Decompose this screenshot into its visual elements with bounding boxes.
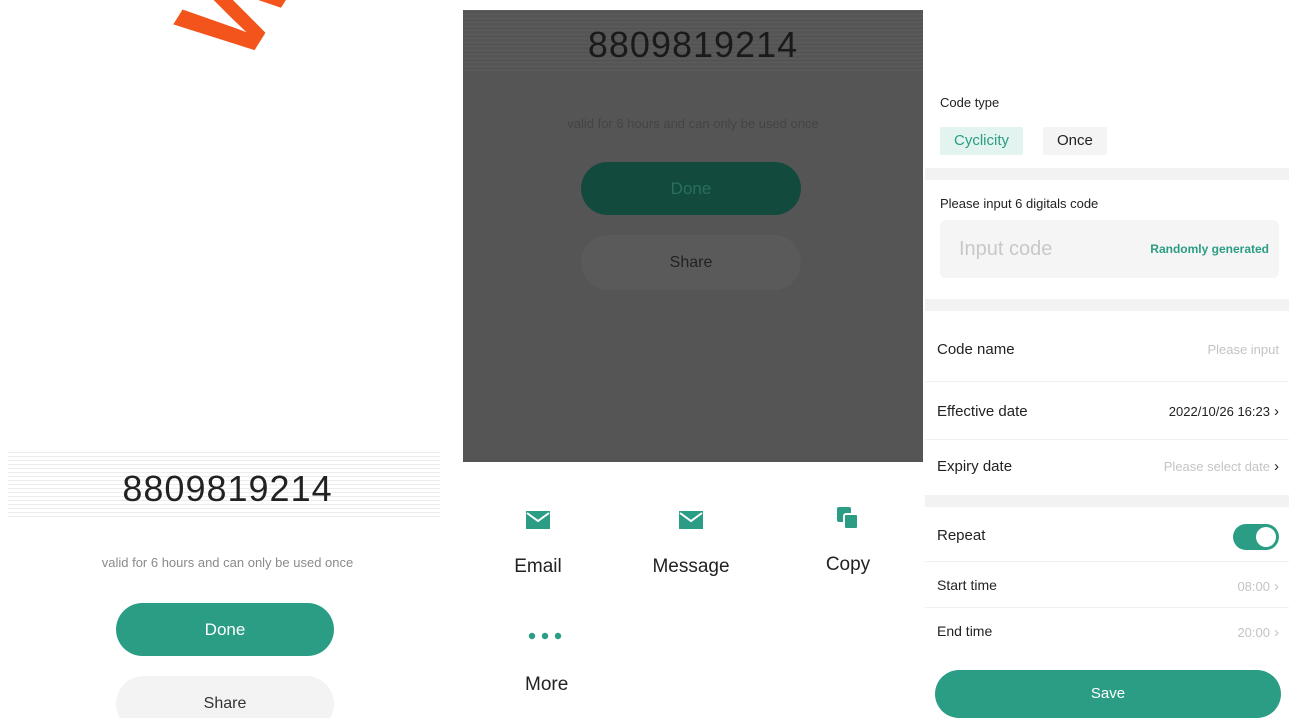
chevron-right-icon: › (1274, 403, 1279, 420)
section-divider (925, 495, 1289, 507)
chevron-right-icon: › (1274, 458, 1279, 475)
expiry-date-placeholder: Please select date (1163, 459, 1270, 474)
dimmed-overlay[interactable]: 8809819214 valid for 6 hours and can onl… (463, 10, 923, 462)
share-option-email[interactable]: Email (503, 510, 573, 578)
code-type-cyclicity[interactable]: Cyclicity (940, 127, 1023, 155)
code-input-label: Please input 6 digitals code (940, 196, 1099, 211)
effective-date-label: Effective date (937, 403, 1028, 420)
save-button[interactable]: Save (935, 670, 1281, 718)
share-sheet-screen: 8809819214 valid for 6 hours and can onl… (463, 0, 923, 718)
done-button[interactable]: Done (581, 162, 801, 215)
share-option-copy[interactable]: Copy (813, 506, 883, 576)
chevron-right-icon: › (1274, 578, 1279, 595)
repeat-toggle[interactable] (1233, 524, 1279, 550)
start-time-value: 08:00 › (1237, 578, 1279, 595)
share-option-message[interactable]: Message (643, 510, 739, 578)
share-button[interactable]: Share (581, 235, 801, 290)
repeat-label: Repeat (937, 527, 986, 544)
end-time-text: 20:00 (1237, 625, 1270, 640)
start-time-text: 08:00 (1237, 579, 1270, 594)
share-button[interactable]: Share (116, 676, 334, 718)
end-time-label: End time (937, 623, 993, 639)
generated-code: 8809819214 (122, 468, 333, 509)
more-dots-icon (528, 632, 562, 640)
code-name-label: Code name (937, 341, 1015, 358)
effective-date-text: 2022/10/26 16:23 (1168, 404, 1270, 419)
expiry-date-label: Expiry date (937, 458, 1013, 475)
copy-icon (837, 507, 859, 530)
generated-code: 8809819214 (587, 24, 799, 65)
envelope-icon (526, 511, 550, 529)
done-button[interactable]: Done (116, 603, 334, 656)
share-option-label: Copy (825, 554, 871, 575)
code-name-input[interactable]: Please input (1207, 342, 1279, 357)
section-divider (925, 168, 1289, 180)
effective-date-row[interactable]: Effective date 2022/10/26 16:23 › (925, 382, 1289, 440)
share-option-label: Email (514, 556, 562, 577)
code-result-screen: WWW 8809819214 valid for 6 hours and can… (0, 0, 455, 718)
expiry-date-value: Please select date › (1164, 458, 1279, 475)
code-input-field[interactable]: Input code Randomly generated (940, 220, 1279, 278)
share-option-more[interactable]: More (525, 632, 595, 696)
end-time-value: 20:00 › (1237, 624, 1279, 641)
watermark: WWW (150, 0, 455, 83)
end-time-row[interactable]: End time 20:00 › (925, 608, 1289, 656)
share-options-sheet: Email Message Copy More (463, 462, 923, 718)
envelope-icon (679, 511, 703, 529)
validity-note: valid for 6 hours and can only be used o… (101, 555, 354, 570)
code-type-once[interactable]: Once (1043, 127, 1107, 155)
code-type-label: Code type (940, 95, 1000, 110)
share-option-label: More (525, 674, 569, 695)
effective-date-value: 2022/10/26 16:23 › (1169, 403, 1279, 420)
code-name-row[interactable]: Code name Please input (925, 320, 1289, 382)
expiry-date-row[interactable]: Expiry date Please select date › (925, 440, 1289, 495)
toggle-knob (1256, 527, 1276, 547)
create-code-form: Code type Cyclicity Once Please input 6 … (925, 0, 1289, 718)
start-time-label: Start time (937, 577, 997, 593)
chevron-right-icon: › (1274, 624, 1279, 641)
validity-note: valid for 6 hours and can only be used o… (567, 116, 819, 131)
start-time-row[interactable]: Start time 08:00 › (925, 562, 1289, 608)
section-divider (925, 299, 1289, 311)
share-option-label: Message (652, 556, 730, 577)
code-input-placeholder: Input code (959, 238, 1053, 260)
randomly-generated-link[interactable]: Randomly generated (1150, 242, 1269, 256)
